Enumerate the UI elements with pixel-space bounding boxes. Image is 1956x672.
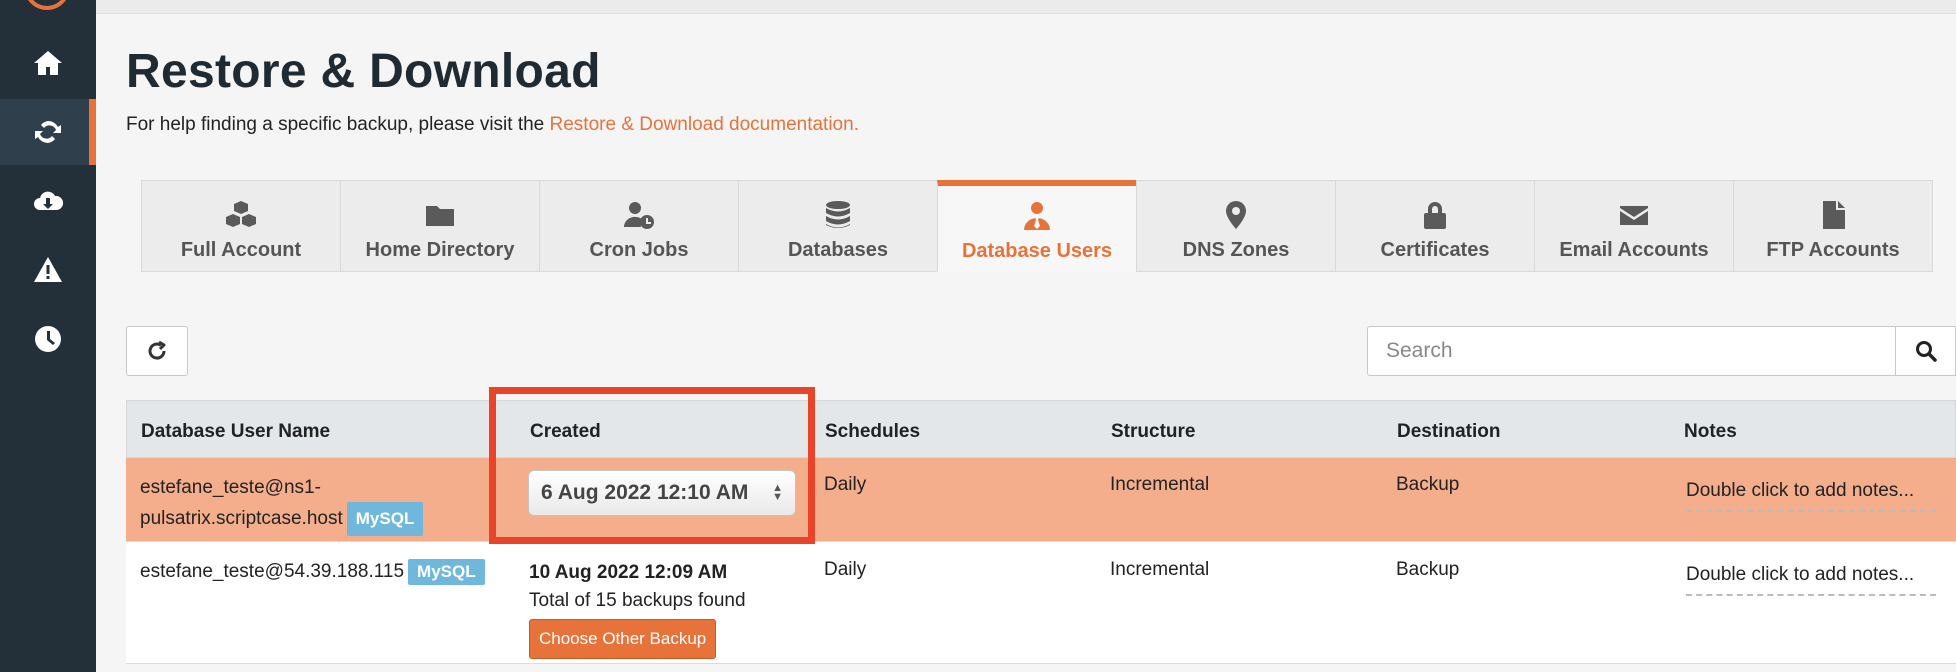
file-icon xyxy=(1823,201,1845,229)
tab-label: DNS Zones xyxy=(1182,239,1290,261)
tab-label: Database Users xyxy=(961,240,1113,262)
page-title: Restore & Download xyxy=(126,45,601,98)
tab-label: Email Accounts xyxy=(1559,239,1709,261)
select-arrows-icon: ▲ ▼ xyxy=(772,482,783,503)
tab-label: Home Directory xyxy=(365,239,515,261)
created-date: 10 Aug 2022 12:09 AM xyxy=(529,562,728,583)
destination-cell: Backup xyxy=(1396,474,1460,495)
table-row[interactable]: estefane_teste@ns1- pulsatrix.scriptcase… xyxy=(126,458,1956,542)
folder-icon xyxy=(426,206,454,226)
cubes-icon xyxy=(226,201,256,227)
user-name: estefane_teste@ns1- xyxy=(140,477,321,498)
search-icon xyxy=(1915,341,1937,362)
backup-nav[interactable] xyxy=(0,99,96,165)
warning-icon xyxy=(34,257,62,282)
user-name-cell: estefane_teste@ns1- pulsatrix.scriptcase… xyxy=(140,474,424,536)
choose-other-backup-button[interactable]: Choose Other Backup xyxy=(529,619,717,659)
tab-label: Full Account xyxy=(180,239,302,261)
structure-cell: Incremental xyxy=(1110,559,1210,580)
help-text: For help finding a specific backup, plea… xyxy=(126,114,859,136)
download-nav[interactable] xyxy=(0,168,96,234)
mysql-badge: MySQL xyxy=(346,502,424,536)
tab-email-accounts[interactable]: Email Accounts xyxy=(1534,180,1734,272)
selected-date: 6 Aug 2022 12:10 AM xyxy=(541,481,749,504)
cpanel-logo[interactable] xyxy=(24,0,70,10)
notes-field[interactable]: Double click to add notes... xyxy=(1686,480,1936,512)
tab-full-account[interactable]: Full Account xyxy=(141,180,341,272)
user-name-host: pulsatrix.scriptcase.host xyxy=(140,508,343,530)
table-row[interactable]: estefane_teste@54.39.188.115 MySQL 10 Aug… xyxy=(126,542,1956,664)
destination-cell: Backup xyxy=(1396,559,1460,580)
alerts-nav[interactable] xyxy=(0,237,96,303)
backup-type-tabs: Full Account Home Directory Cron Jobs Da… xyxy=(141,180,1933,272)
user-tie-icon xyxy=(1024,202,1050,230)
created-date-select[interactable]: 6 Aug 2022 12:10 AM ▲ ▼ xyxy=(528,470,796,516)
backups-table: Database User Name Created Schedules Str… xyxy=(126,400,1956,664)
map-marker-icon xyxy=(1226,201,1246,229)
cloud-download-icon xyxy=(34,191,64,210)
table-header: Database User Name Created Schedules Str… xyxy=(126,400,1956,458)
tab-certificates[interactable]: Certificates xyxy=(1335,180,1535,272)
tab-ftp-accounts[interactable]: FTP Accounts xyxy=(1733,180,1933,272)
user-name: estefane_teste@54.39.188.115 xyxy=(140,561,405,583)
sync-icon xyxy=(35,120,61,144)
search-input[interactable] xyxy=(1367,326,1896,376)
tab-databases[interactable]: Databases xyxy=(738,180,938,272)
history-nav[interactable] xyxy=(0,306,96,372)
user-clock-icon xyxy=(623,202,654,229)
tab-label: Databases xyxy=(787,239,889,261)
backups-found-text: Total of 15 backups found xyxy=(529,590,746,611)
created-cell: 10 Aug 2022 12:09 AM Total of 15 backups… xyxy=(529,559,746,659)
header-schedules[interactable]: Schedules xyxy=(825,421,920,443)
search-button[interactable] xyxy=(1895,326,1956,376)
header-destination[interactable]: Destination xyxy=(1397,421,1500,443)
tab-home-directory[interactable]: Home Directory xyxy=(340,180,540,272)
notes-field[interactable]: Double click to add notes... xyxy=(1686,564,1936,596)
tab-label: Certificates xyxy=(1380,239,1490,261)
schedule-cell: Daily xyxy=(824,559,867,580)
refresh-icon xyxy=(148,340,166,360)
schedule-cell: Daily xyxy=(824,474,867,495)
header-structure[interactable]: Structure xyxy=(1111,421,1195,443)
top-bar xyxy=(96,0,1956,14)
tab-cron-jobs[interactable]: Cron Jobs xyxy=(539,180,739,272)
header-notes[interactable]: Notes xyxy=(1684,421,1737,443)
tab-label: FTP Accounts xyxy=(1766,239,1900,261)
header-created[interactable]: Created xyxy=(530,421,601,443)
refresh-button[interactable] xyxy=(126,326,188,376)
home-nav[interactable] xyxy=(0,30,96,96)
tab-dns-zones[interactable]: DNS Zones xyxy=(1136,180,1336,272)
help-prefix: For help finding a specific backup, plea… xyxy=(126,114,545,135)
database-icon xyxy=(826,201,850,228)
documentation-link[interactable]: Restore & Download documentation. xyxy=(550,114,859,135)
header-user-name[interactable]: Database User Name xyxy=(141,421,330,443)
mysql-badge: MySQL xyxy=(408,559,485,585)
home-icon xyxy=(34,51,62,75)
clock-icon xyxy=(35,326,61,352)
lock-icon xyxy=(1424,202,1446,229)
tab-label: Cron Jobs xyxy=(589,239,689,261)
user-name-cell: estefane_teste@54.39.188.115 MySQL xyxy=(140,559,485,585)
sidebar xyxy=(0,0,96,672)
structure-cell: Incremental xyxy=(1110,474,1210,495)
tab-database-users[interactable]: Database Users xyxy=(937,180,1137,272)
envelope-icon xyxy=(1620,206,1648,225)
